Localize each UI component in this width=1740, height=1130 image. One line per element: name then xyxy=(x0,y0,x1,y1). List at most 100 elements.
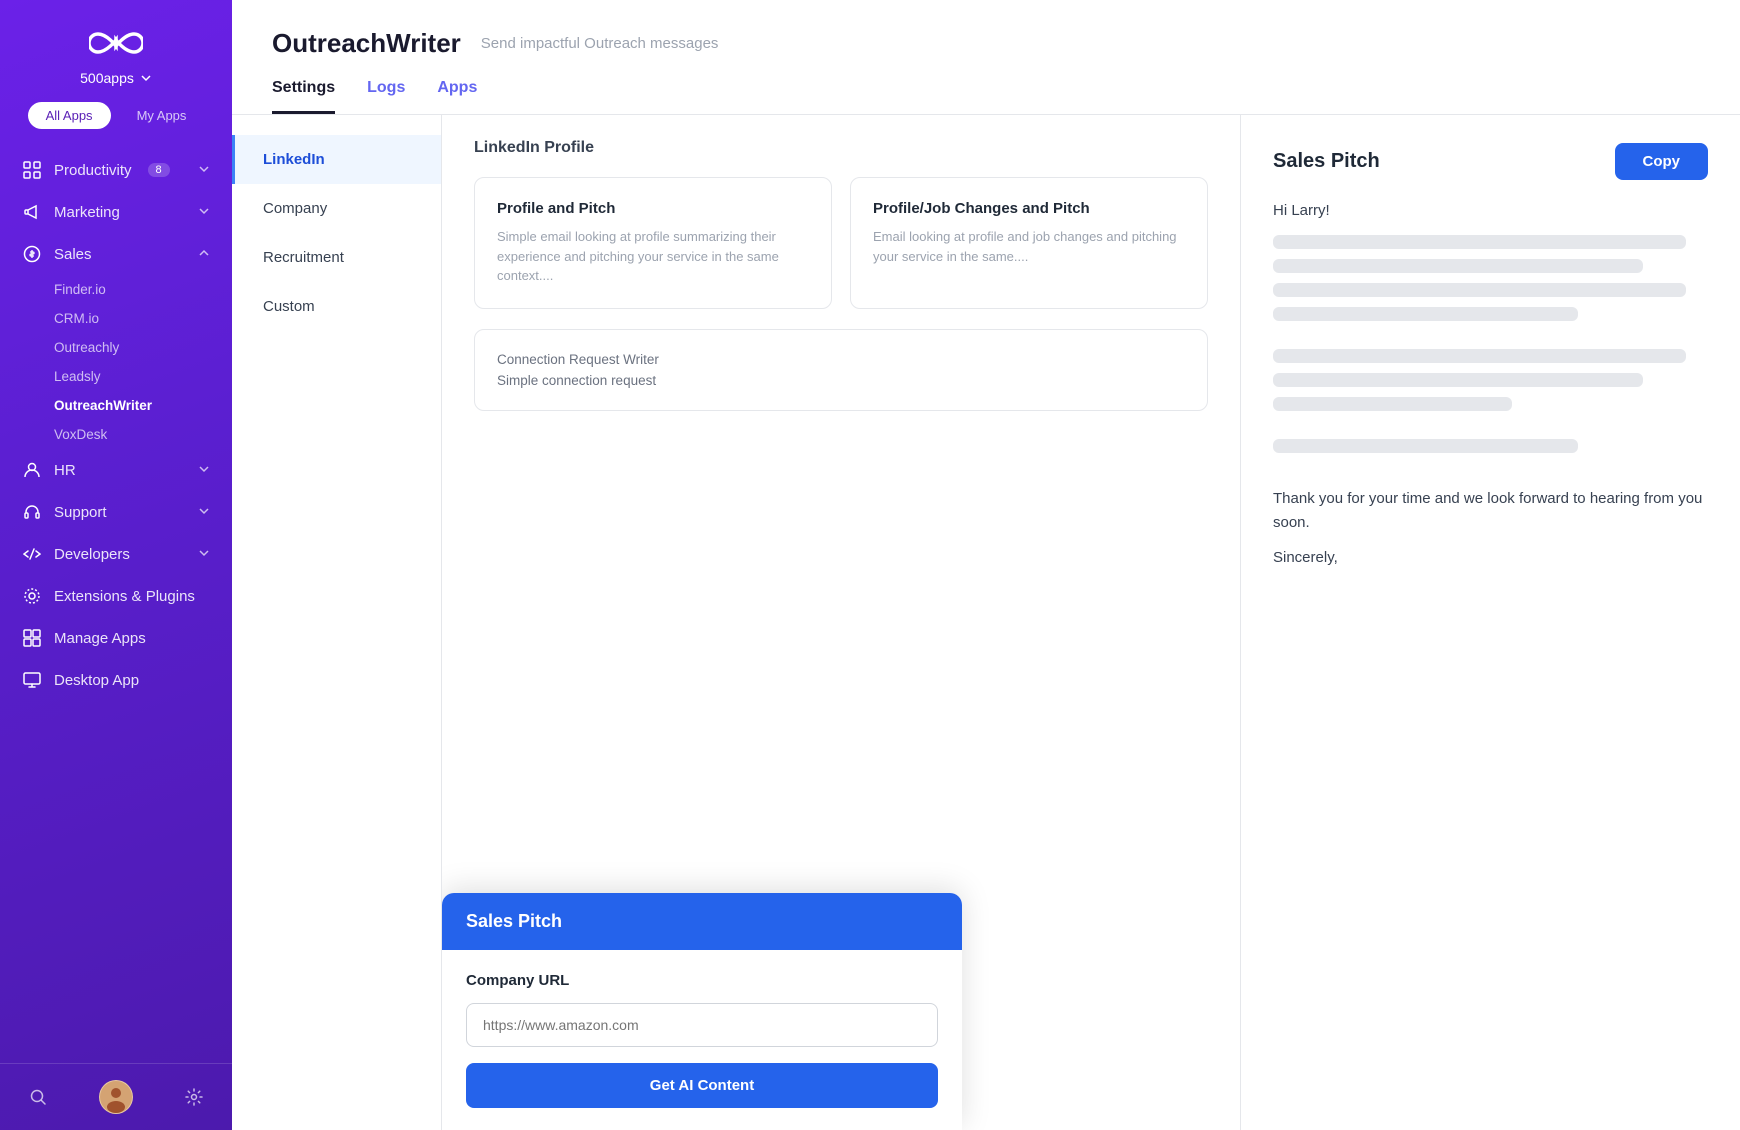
sidebar-bottom xyxy=(0,1063,232,1130)
tab-apps[interactable]: Apps xyxy=(437,79,477,114)
manage-apps-label: Manage Apps xyxy=(54,630,146,647)
get-ai-content-button[interactable]: Get AI Content xyxy=(466,1063,938,1108)
chevron-down-icon xyxy=(198,504,210,521)
template-card-job-changes[interactable]: Profile/Job Changes and Pitch Email look… xyxy=(850,177,1208,309)
app-title: OutreachWriter xyxy=(272,28,461,59)
code-icon xyxy=(22,544,42,564)
greeting-text: Hi Larry! xyxy=(1273,202,1708,219)
tab-logs[interactable]: Logs xyxy=(367,79,405,114)
sidebar-item-extensions[interactable]: Extensions & Plugins xyxy=(0,575,232,617)
sidebar-nav: Productivity 8 Marketing Sales xyxy=(0,145,232,1063)
chevron-down-icon xyxy=(198,204,210,221)
card-description: Simple email looking at profile summariz… xyxy=(497,227,809,286)
puzzle-icon xyxy=(22,586,42,606)
templates-area: LinkedIn Profile Profile and Pitch Simpl… xyxy=(442,115,1240,1130)
sincerely-text: Sincerely, xyxy=(1273,549,1708,566)
chevron-down-icon xyxy=(140,72,152,84)
content-spacer-2 xyxy=(1273,421,1708,439)
sidebar-item-productivity[interactable]: Productivity 8 xyxy=(0,149,232,191)
sales-pitch-popup-body: Company URL Get AI Content xyxy=(442,950,962,1130)
logo-area: 500apps xyxy=(0,0,232,102)
developers-label: Developers xyxy=(54,546,130,563)
grid-icon xyxy=(22,160,42,180)
connection-sub-label: Simple connection request xyxy=(497,373,1185,388)
sidebar-item-outreachly[interactable]: Outreachly xyxy=(54,333,232,362)
sidebar-item-sales[interactable]: Sales xyxy=(0,233,232,275)
template-card-profile-pitch[interactable]: Profile and Pitch Simple email looking a… xyxy=(474,177,832,309)
tab-settings[interactable]: Settings xyxy=(272,79,335,114)
company-url-label: Company URL xyxy=(466,972,938,989)
productivity-label: Productivity xyxy=(54,162,132,179)
settings-icon[interactable] xyxy=(180,1083,208,1111)
content-line-5 xyxy=(1273,349,1686,363)
sub-nav-recruitment[interactable]: Recruitment xyxy=(232,233,441,282)
card-title: Profile/Job Changes and Pitch xyxy=(873,200,1185,217)
content-line-7 xyxy=(1273,397,1512,411)
main-content: OutreachWriter Send impactful Outreach m… xyxy=(232,0,1740,1130)
sidebar-item-marketing[interactable]: Marketing xyxy=(0,191,232,233)
hr-label: HR xyxy=(54,462,76,479)
sales-pitch-title: Sales Pitch xyxy=(466,911,938,932)
all-apps-tab[interactable]: All Apps xyxy=(28,102,111,129)
app-subtitle: Send impactful Outreach messages xyxy=(481,35,719,52)
support-label: Support xyxy=(54,504,107,521)
sidebar: 500apps All Apps My Apps Productivity 8 … xyxy=(0,0,232,1130)
sales-pitch-popup: Sales Pitch Company URL Get AI Content xyxy=(442,893,962,1130)
generated-panel-title: Sales Pitch xyxy=(1273,150,1380,173)
main-header: OutreachWriter Send impactful Outreach m… xyxy=(232,0,1740,115)
connection-section-label: Connection Request Writer xyxy=(497,352,1185,367)
content-line-6 xyxy=(1273,373,1643,387)
closing-text: Thank you for your time and we look forw… xyxy=(1273,487,1708,535)
app-title-row: OutreachWriter Send impactful Outreach m… xyxy=(272,28,1700,59)
search-icon[interactable] xyxy=(24,1083,52,1111)
avatar[interactable] xyxy=(99,1080,133,1114)
sidebar-item-finder[interactable]: Finder.io xyxy=(54,275,232,304)
content-line-3 xyxy=(1273,283,1686,297)
connection-request-card[interactable]: Connection Request Writer Simple connect… xyxy=(474,329,1208,411)
chevron-down-icon xyxy=(198,162,210,179)
marketing-label: Marketing xyxy=(54,204,120,221)
generated-panel: Sales Pitch Copy Hi Larry! Thank you for… xyxy=(1240,115,1740,1130)
main-tabs: Settings Logs Apps xyxy=(272,79,1700,114)
monitor-icon xyxy=(22,670,42,690)
company-url-input[interactable] xyxy=(466,1003,938,1047)
linkedin-profile-label: LinkedIn Profile xyxy=(474,139,1208,157)
sidebar-item-voxdesk[interactable]: VoxDesk xyxy=(54,420,232,449)
content-line-8 xyxy=(1273,439,1578,453)
content-area: LinkedIn Company Recruitment Custom Link… xyxy=(232,115,1740,1130)
sidebar-item-outreachwriter[interactable]: OutreachWriter xyxy=(54,391,232,420)
sidebar-item-crm[interactable]: CRM.io xyxy=(54,304,232,333)
brand-label[interactable]: 500apps xyxy=(80,70,152,86)
generated-panel-header: Sales Pitch Copy xyxy=(1273,143,1708,180)
megaphone-icon xyxy=(22,202,42,222)
content-spacer-1 xyxy=(1273,331,1708,349)
chevron-down-icon xyxy=(198,546,210,563)
content-line-2 xyxy=(1273,259,1643,273)
chevron-up-icon xyxy=(198,246,210,263)
dollar-icon xyxy=(22,244,42,264)
sidebar-item-support[interactable]: Support xyxy=(0,491,232,533)
sidebar-item-desktop-app[interactable]: Desktop App xyxy=(0,659,232,701)
sidebar-item-developers[interactable]: Developers xyxy=(0,533,232,575)
sidebar-item-leadsly[interactable]: Leadsly xyxy=(54,362,232,391)
sub-nav: LinkedIn Company Recruitment Custom xyxy=(232,115,442,1130)
my-apps-tab[interactable]: My Apps xyxy=(119,102,205,129)
extensions-label: Extensions & Plugins xyxy=(54,588,195,605)
logo-icon xyxy=(89,28,143,64)
chevron-down-icon xyxy=(198,462,210,479)
sub-nav-linkedin[interactable]: LinkedIn xyxy=(232,135,441,184)
person-icon xyxy=(22,460,42,480)
sidebar-item-manage-apps[interactable]: Manage Apps xyxy=(0,617,232,659)
sub-nav-company[interactable]: Company xyxy=(232,184,441,233)
sales-label: Sales xyxy=(54,246,92,263)
sub-nav-custom[interactable]: Custom xyxy=(232,282,441,331)
copy-button[interactable]: Copy xyxy=(1615,143,1709,180)
apps-icon xyxy=(22,628,42,648)
sales-pitch-popup-header: Sales Pitch xyxy=(442,893,962,950)
sidebar-item-hr[interactable]: HR xyxy=(0,449,232,491)
template-cards-grid: Profile and Pitch Simple email looking a… xyxy=(474,177,1208,309)
card-title: Profile and Pitch xyxy=(497,200,809,217)
headset-icon xyxy=(22,502,42,522)
content-line-1 xyxy=(1273,235,1686,249)
brand-text: 500apps xyxy=(80,70,134,86)
